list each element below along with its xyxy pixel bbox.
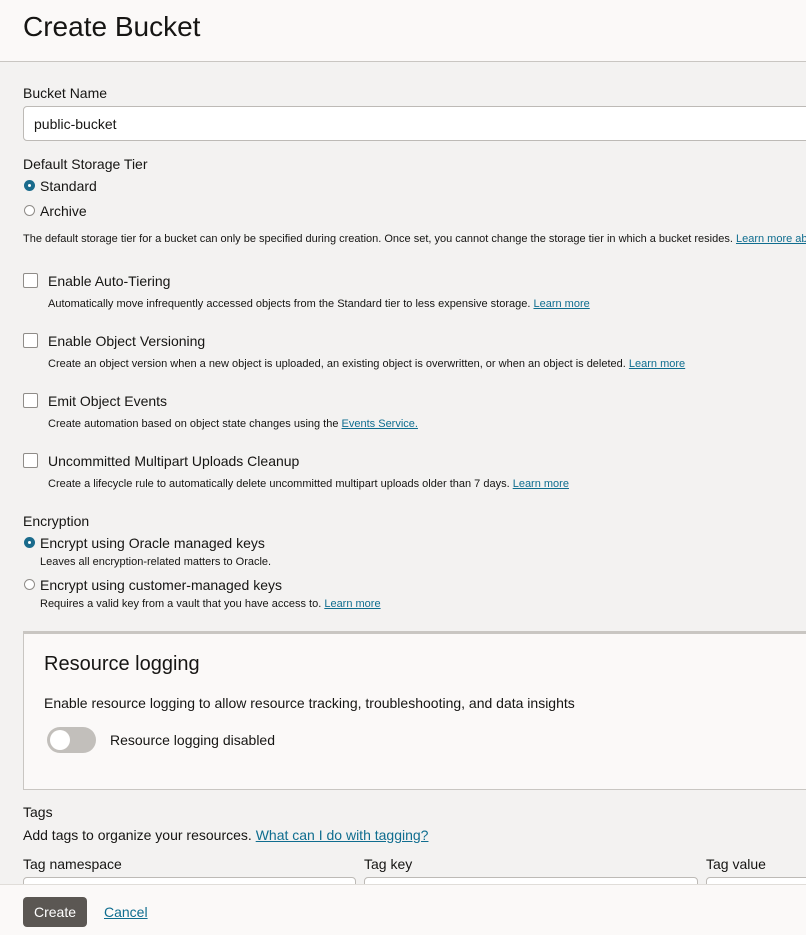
multipart-cleanup-checkbox[interactable] xyxy=(23,453,38,468)
auto-tiering-learn-more-link[interactable]: Learn more xyxy=(533,298,589,310)
encryption-label: Encryption xyxy=(23,513,90,529)
multipart-cleanup-description-text: Create a lifecycle rule to automatically… xyxy=(48,478,510,490)
storage-tier-label: Default Storage Tier xyxy=(23,156,148,172)
auto-tiering-description-text: Automatically move infrequently accessed… xyxy=(48,298,531,310)
emit-events-description: Create automation based on object state … xyxy=(48,418,418,430)
tags-description: Add tags to organize your resources. Wha… xyxy=(23,827,428,843)
object-versioning-description-text: Create an object version when a new obje… xyxy=(48,358,626,370)
storage-tier-learn-more-link[interactable]: Learn more ab xyxy=(736,233,806,245)
auto-tiering-description: Automatically move infrequently accessed… xyxy=(48,298,590,310)
tagging-help-link[interactable]: What can I do with tagging? xyxy=(256,827,429,843)
storage-tier-standard-label[interactable]: Standard xyxy=(40,178,97,194)
auto-tiering-label[interactable]: Enable Auto-Tiering xyxy=(48,273,170,289)
tags-description-text: Add tags to organize your resources. xyxy=(23,827,252,843)
object-versioning-learn-more-link[interactable]: Learn more xyxy=(629,358,685,370)
bucket-name-label: Bucket Name xyxy=(23,85,108,101)
multipart-cleanup-learn-more-link[interactable]: Learn more xyxy=(513,478,569,490)
cancel-link[interactable]: Cancel xyxy=(104,904,148,920)
customer-managed-keys-label[interactable]: Encrypt using customer-managed keys xyxy=(40,577,282,593)
storage-tier-standard-radio[interactable] xyxy=(24,180,35,191)
tag-key-label: Tag key xyxy=(364,856,413,872)
resource-logging-description: Enable resource logging to allow resourc… xyxy=(44,695,575,711)
oracle-managed-keys-radio[interactable] xyxy=(24,537,35,548)
oracle-managed-keys-label[interactable]: Encrypt using Oracle managed keys xyxy=(40,535,265,551)
multipart-cleanup-description: Create a lifecycle rule to automatically… xyxy=(48,478,569,490)
oracle-managed-keys-description: Leaves all encryption-related matters to… xyxy=(40,556,272,568)
resource-logging-toggle-label: Resource logging disabled xyxy=(110,732,275,748)
object-versioning-label[interactable]: Enable Object Versioning xyxy=(48,333,205,349)
storage-tier-help-text: The default storage tier for a bucket ca… xyxy=(23,233,733,245)
storage-tier-archive-label[interactable]: Archive xyxy=(40,203,87,219)
tag-value-label: Tag value xyxy=(706,856,766,872)
customer-managed-keys-description-text: Requires a valid key from a vault that y… xyxy=(40,598,322,610)
page-header: Create Bucket xyxy=(0,0,806,62)
bucket-name-input[interactable] xyxy=(23,106,806,141)
customer-managed-keys-description: Requires a valid key from a vault that y… xyxy=(40,598,381,610)
tags-label: Tags xyxy=(23,804,53,820)
emit-events-label[interactable]: Emit Object Events xyxy=(48,393,167,409)
page-title: Create Bucket xyxy=(23,11,201,42)
emit-events-checkbox[interactable] xyxy=(23,393,38,408)
customer-managed-keys-learn-more-link[interactable]: Learn more xyxy=(324,598,380,610)
emit-events-description-text: Create automation based on object state … xyxy=(48,418,339,430)
auto-tiering-checkbox[interactable] xyxy=(23,273,38,288)
toggle-knob xyxy=(50,730,70,750)
storage-tier-archive-radio[interactable] xyxy=(24,205,35,216)
object-versioning-description: Create an object version when a new obje… xyxy=(48,358,685,370)
resource-logging-toggle[interactable] xyxy=(47,727,96,753)
tag-namespace-label: Tag namespace xyxy=(23,856,122,872)
resource-logging-title: Resource logging xyxy=(44,653,200,675)
footer-actions: Create Cancel xyxy=(0,884,806,935)
create-button[interactable]: Create xyxy=(23,897,87,927)
events-service-link[interactable]: Events Service. xyxy=(342,418,418,430)
object-versioning-checkbox[interactable] xyxy=(23,333,38,348)
storage-tier-help: The default storage tier for a bucket ca… xyxy=(23,233,806,245)
customer-managed-keys-radio[interactable] xyxy=(24,579,35,590)
multipart-cleanup-label[interactable]: Uncommitted Multipart Uploads Cleanup xyxy=(48,453,299,469)
